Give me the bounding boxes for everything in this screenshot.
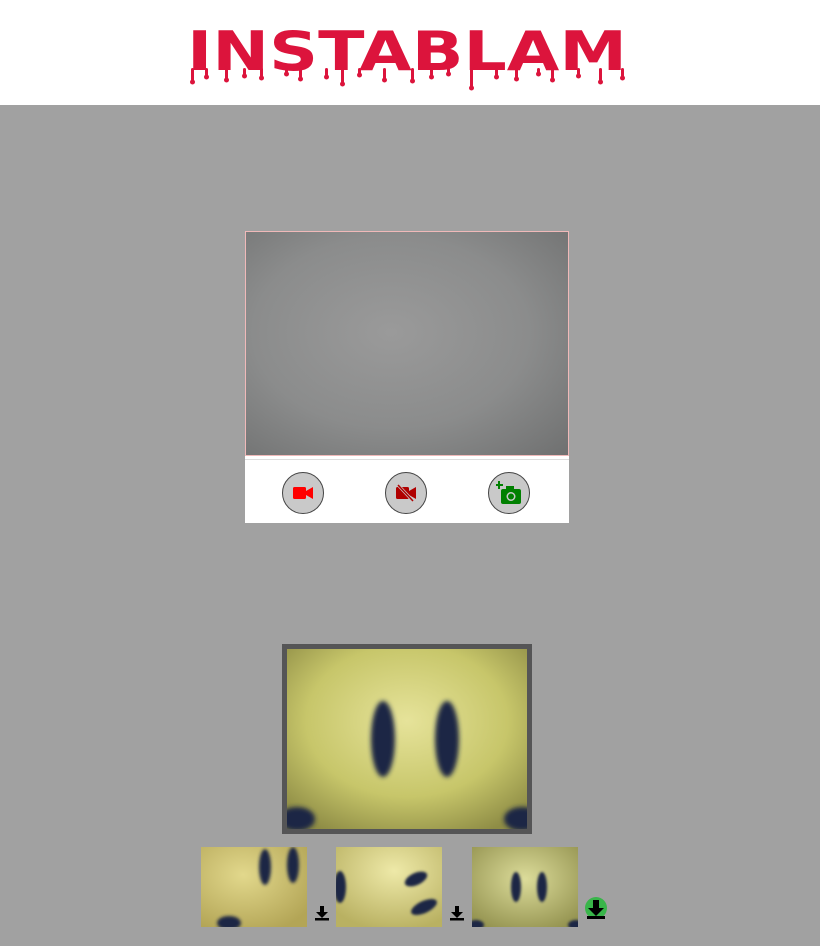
page-header: INSTABLAM [0, 0, 820, 105]
camera-panel [245, 231, 569, 523]
stop-camera-button[interactable] [385, 472, 427, 514]
take-photo-button[interactable] [488, 472, 530, 514]
smiley-face-photo [287, 649, 527, 829]
video-camera-off-icon [396, 484, 416, 502]
photo-preview [287, 649, 527, 829]
instablam-logo: INSTABLAM [185, 20, 630, 94]
download-icon [585, 897, 607, 919]
video-camera-icon [293, 487, 313, 499]
photo-thumbnail[interactable] [201, 847, 307, 927]
smiley-face-photo [336, 847, 442, 927]
photo-preview-frame [282, 644, 532, 834]
download-button-highlighted[interactable] [584, 897, 608, 926]
camera-video-feed [245, 231, 569, 456]
download-button[interactable] [449, 905, 465, 926]
smiley-face-photo [201, 847, 307, 927]
logo-text: INSTABLAM [187, 20, 627, 83]
add-photo-camera-icon [496, 481, 521, 504]
start-camera-button[interactable] [282, 472, 324, 514]
camera-divider [245, 459, 569, 460]
download-button[interactable] [314, 905, 330, 926]
photo-thumbnail[interactable] [472, 847, 578, 927]
photo-thumbnail[interactable] [336, 847, 442, 927]
smiley-face-photo [472, 847, 578, 927]
download-icon [315, 906, 329, 921]
download-icon [450, 906, 464, 921]
